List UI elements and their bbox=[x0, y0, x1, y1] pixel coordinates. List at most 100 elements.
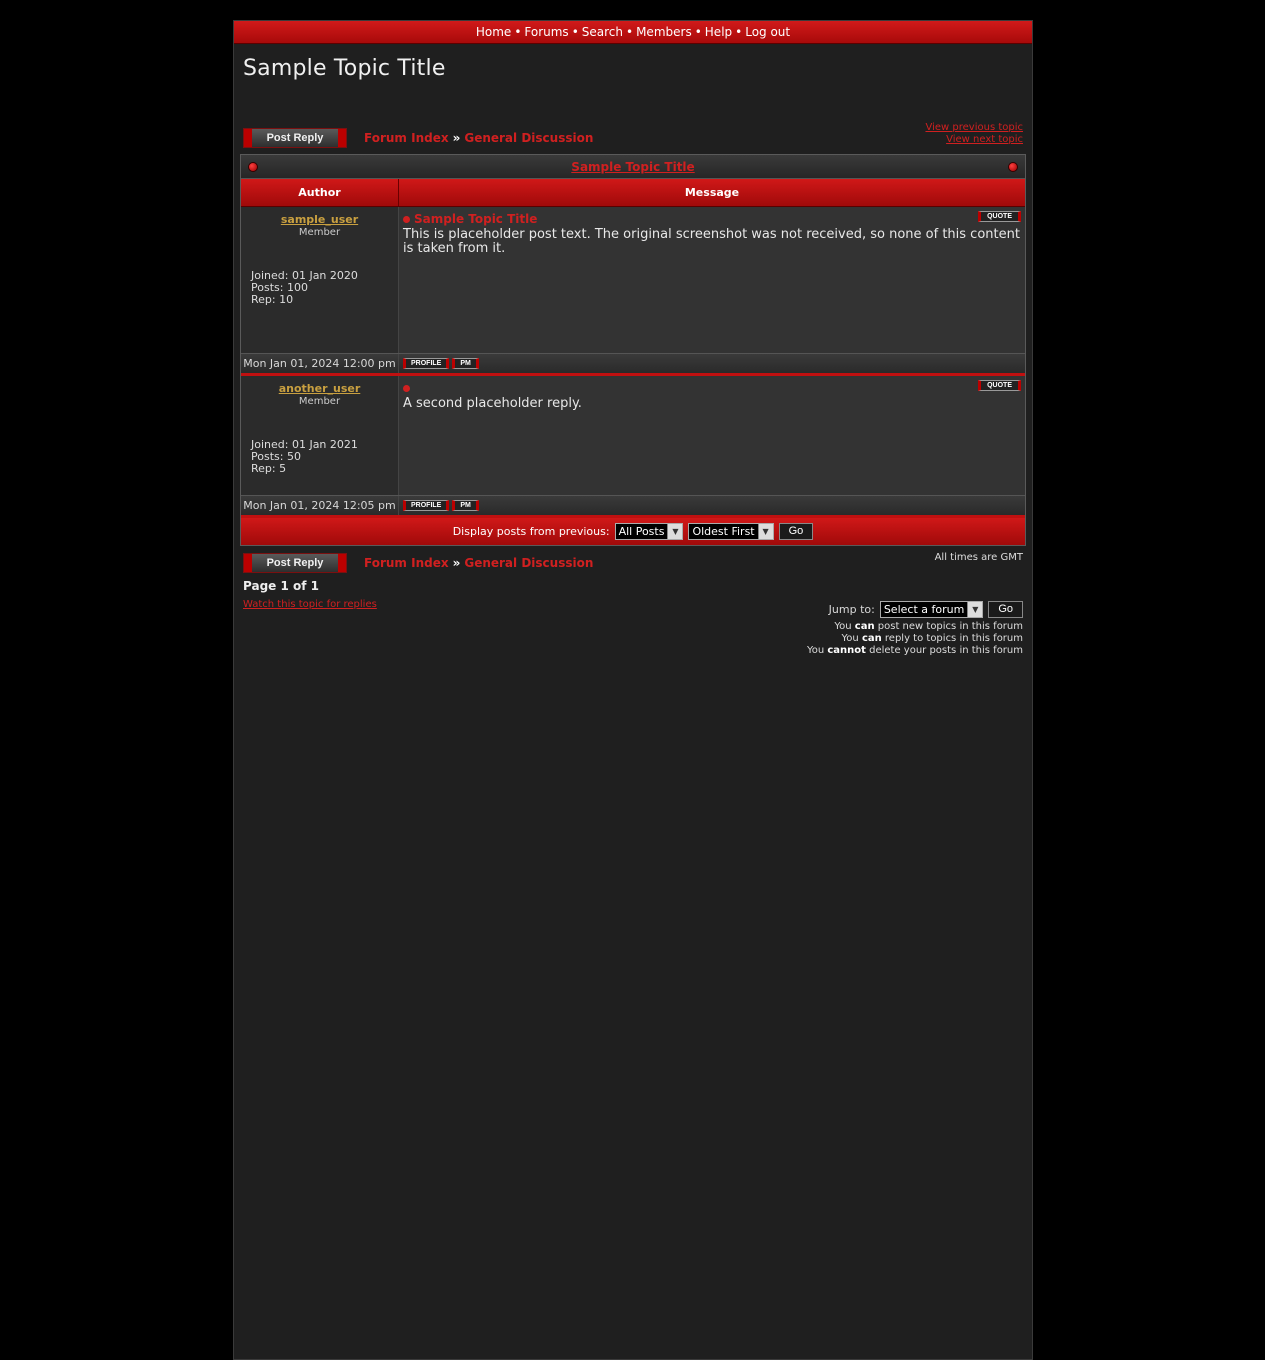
column-header-message: Message bbox=[684, 186, 740, 199]
permission-prefix: You bbox=[834, 621, 855, 632]
breadcrumb-index-link[interactable]: Forum Index bbox=[364, 131, 449, 145]
permissions-list: You can post new topics in this forum You… bbox=[807, 621, 1023, 657]
post-text: This is placeholder post text. The origi… bbox=[403, 228, 1021, 256]
permission-line: You cannot delete your posts in this for… bbox=[807, 645, 1023, 657]
nav-item-home[interactable]: Home bbox=[476, 25, 511, 39]
order-select-value: Oldest First bbox=[692, 525, 755, 538]
chevron-down-icon: ▼ bbox=[667, 524, 683, 539]
post-subject-line bbox=[403, 381, 1021, 395]
post: sample_user Member Joined: 01 Jan 2020 Post… bbox=[241, 207, 1025, 353]
topic-navigation: View previous topic View next topic bbox=[925, 122, 1023, 146]
breadcrumb-forum-link[interactable]: General Discussion bbox=[464, 556, 593, 570]
nav-item-logout[interactable]: Log out bbox=[745, 25, 790, 39]
timezone-note: All times are GMT bbox=[934, 552, 1023, 563]
page-title: Sample Topic Title bbox=[243, 56, 446, 81]
order-select[interactable]: Oldest First ▼ bbox=[688, 523, 774, 540]
permission-prefix: You bbox=[841, 633, 862, 644]
author-info: Joined: 01 Jan 2020 Posts: 100 Rep: 10 bbox=[249, 270, 390, 306]
post-message-panel: QUOTE A second placeholder reply. bbox=[399, 376, 1025, 495]
forum-page: Home • Forums • Search • Members • Help • Log out … bbox=[233, 20, 1033, 1360]
topic-title-link[interactable]: Sample Topic Title bbox=[571, 160, 694, 174]
jump-select[interactable]: Select a forum ▼ bbox=[879, 601, 984, 618]
author-name-link[interactable]: sample_user bbox=[249, 213, 390, 226]
red-dot-icon bbox=[1008, 162, 1018, 172]
post-footer: Mon Jan 01, 2024 12:00 pm PROFILE PM bbox=[241, 353, 1025, 373]
column-headers: Author Message bbox=[241, 179, 1025, 207]
post-icon bbox=[403, 216, 410, 223]
breadcrumb-forum-link[interactable]: General Discussion bbox=[464, 131, 593, 145]
jump-label: Jump to: bbox=[828, 603, 875, 616]
display-go-button[interactable]: Go bbox=[778, 523, 814, 540]
post-paragraph: This is placeholder post text. The origi… bbox=[403, 227, 1020, 256]
top-navigation: Home • Forums • Search • Members • Help • Log out bbox=[234, 21, 1032, 44]
nav-separator: • bbox=[514, 25, 522, 39]
permission-verb: cannot bbox=[827, 645, 866, 656]
jump-select-value: Select a forum bbox=[883, 603, 965, 616]
display-label: Display posts from previous: bbox=[452, 525, 610, 538]
previous-topic-link[interactable]: View previous topic bbox=[925, 122, 1023, 134]
post-author-panel: sample_user Member Joined: 01 Jan 2020 Post… bbox=[241, 207, 399, 353]
author-rank: Member bbox=[298, 227, 341, 238]
permission-line: You can reply to topics in this forum bbox=[807, 633, 1023, 645]
topic-table: Sample Topic Title Author Message sample… bbox=[240, 154, 1026, 546]
post-date: Mon Jan 01, 2024 12:05 pm bbox=[241, 496, 399, 515]
red-dot-icon bbox=[248, 162, 258, 172]
nav-item-members[interactable]: Members bbox=[636, 25, 692, 39]
author-info: Joined: 01 Jan 2021 Posts: 50 Rep: 5 bbox=[249, 439, 390, 475]
next-topic-link[interactable]: View next topic bbox=[925, 134, 1023, 146]
column-header-author: Author bbox=[241, 179, 399, 206]
post-subject: Sample Topic Title bbox=[414, 212, 538, 226]
nav-item-search[interactable]: Search bbox=[582, 25, 623, 39]
breadcrumb: Forum Index» General Discussion bbox=[364, 131, 593, 145]
page-count: Page 1 of 1 bbox=[243, 579, 319, 593]
post-icon bbox=[403, 385, 410, 392]
jump-to: Jump to: Select a forum ▼ Go bbox=[829, 601, 1023, 618]
range-select[interactable]: All Posts ▼ bbox=[614, 523, 684, 540]
quote-button[interactable]: QUOTE bbox=[978, 380, 1021, 391]
breadcrumb-separator: » bbox=[452, 556, 461, 570]
chevron-down-icon: ▼ bbox=[967, 602, 983, 617]
chevron-down-icon: ▼ bbox=[757, 524, 773, 539]
breadcrumb-separator: » bbox=[452, 131, 461, 145]
post-list: sample_user Member Joined: 01 Jan 2020 Post… bbox=[241, 207, 1025, 515]
permission-prefix: You bbox=[806, 645, 828, 656]
top-breadcrumb-row: Post Reply Forum Index» General Discussio… bbox=[234, 122, 1032, 154]
post-message-panel: Sample Topic Title QUOTE This is placehold… bbox=[399, 207, 1025, 353]
pm-button[interactable]: PM bbox=[452, 358, 479, 369]
pm-button[interactable]: PM bbox=[452, 500, 479, 511]
author-info-line: Rep: 5 bbox=[251, 462, 287, 475]
permission-verb: can bbox=[861, 633, 882, 644]
author-name-link[interactable]: another_user bbox=[249, 382, 390, 395]
nav-item-forums[interactable]: Forums bbox=[524, 25, 568, 39]
nav-item-help[interactable]: Help bbox=[705, 25, 732, 39]
bottom-area: Post Reply Forum Index» General Discussio… bbox=[234, 546, 1032, 746]
author-info-line: Rep: 10 bbox=[251, 293, 294, 306]
post-reply-button-bottom[interactable]: Post Reply bbox=[243, 553, 347, 573]
nav-separator: • bbox=[735, 25, 743, 39]
post-reply-button[interactable]: Post Reply bbox=[243, 128, 347, 148]
range-select-value: All Posts bbox=[618, 525, 665, 538]
watch-topic-link[interactable]: Watch this topic for replies bbox=[243, 599, 377, 610]
post-footer-buttons: PROFILE PM bbox=[399, 496, 1025, 515]
breadcrumb-index-link[interactable]: Forum Index bbox=[364, 556, 449, 570]
jump-go-button[interactable]: Go bbox=[988, 601, 1023, 618]
permission-suffix: delete your posts in this forum bbox=[865, 645, 1023, 656]
quote-button[interactable]: QUOTE bbox=[978, 211, 1021, 222]
author-rank: Member bbox=[298, 396, 341, 407]
post-footer: Mon Jan 01, 2024 12:05 pm PROFILE PM bbox=[241, 495, 1025, 515]
profile-button[interactable]: PROFILE bbox=[403, 500, 450, 511]
profile-button[interactable]: PROFILE bbox=[403, 358, 450, 369]
post-paragraph: A second placeholder reply. bbox=[403, 396, 582, 411]
post-author-panel: another_user Member Joined: 01 Jan 2021 Pos… bbox=[241, 376, 399, 495]
post-text: A second placeholder reply. bbox=[403, 397, 1021, 411]
topic-header: Sample Topic Title bbox=[241, 155, 1025, 179]
title-area: Sample Topic Title bbox=[234, 44, 1032, 122]
permission-verb: can bbox=[854, 621, 875, 632]
nav-separator: • bbox=[571, 25, 579, 39]
nav-separator: • bbox=[694, 25, 702, 39]
breadcrumb-bottom: Forum Index» General Discussion bbox=[364, 556, 593, 570]
post-subject-line: Sample Topic Title bbox=[403, 212, 1021, 226]
nav-separator: • bbox=[626, 25, 634, 39]
permission-suffix: post new topics in this forum bbox=[874, 621, 1023, 632]
permission-suffix: reply to topics in this forum bbox=[881, 633, 1023, 644]
